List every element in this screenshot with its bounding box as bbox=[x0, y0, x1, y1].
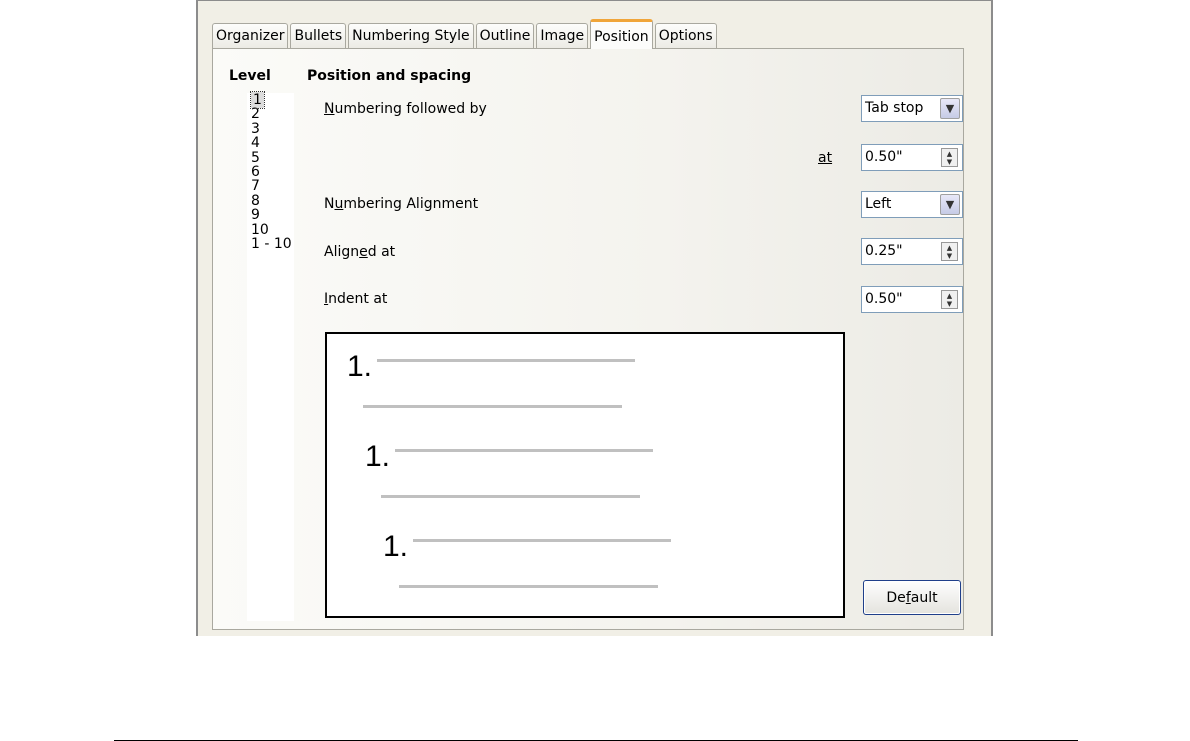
level-item[interactable]: 3 bbox=[247, 121, 294, 136]
preview-line bbox=[363, 405, 622, 408]
level-heading: Level bbox=[229, 68, 271, 84]
level-item[interactable]: 6 bbox=[247, 165, 294, 180]
tab-organizer[interactable]: Organizer bbox=[212, 23, 289, 48]
numbering-preview: 1. 1. 1. bbox=[325, 332, 845, 618]
preview-line bbox=[399, 585, 658, 588]
preview-line bbox=[395, 449, 653, 452]
level-item[interactable]: 2 bbox=[247, 107, 294, 122]
chevron-down-icon[interactable]: ▼ bbox=[940, 98, 960, 119]
tab-at-label: at bbox=[818, 150, 833, 166]
level-item[interactable]: 8 bbox=[247, 193, 294, 208]
aligned-at-label: Aligned at bbox=[324, 244, 396, 260]
level-item[interactable]: 10 bbox=[247, 222, 294, 237]
bullets-numbering-dialog: Organizer Bullets Numbering Style Outlin… bbox=[196, 0, 993, 636]
default-button[interactable]: De f ault bbox=[863, 580, 961, 615]
level-item[interactable]: 9 bbox=[247, 208, 294, 223]
aligned-at-input[interactable]: 0.25" ▲ ▼ bbox=[861, 238, 963, 265]
preview-line bbox=[377, 359, 635, 362]
tab-position[interactable]: Position bbox=[590, 19, 653, 49]
tab-bullets[interactable]: Bullets bbox=[290, 23, 347, 48]
numbering-followed-by-label: Numbering followed by bbox=[324, 101, 487, 117]
preview-line bbox=[381, 495, 640, 498]
tab-numbering-style[interactable]: Numbering Style bbox=[348, 23, 474, 48]
section-heading: Position and spacing bbox=[307, 68, 472, 84]
level-item[interactable]: 7 bbox=[247, 179, 294, 194]
tab-options[interactable]: Options bbox=[654, 23, 717, 48]
spin-arrows-icon[interactable]: ▲ ▼ bbox=[941, 242, 958, 261]
spin-arrows-icon[interactable]: ▲ ▼ bbox=[941, 290, 958, 309]
numbering-alignment-select[interactable]: Left ▼ bbox=[861, 191, 963, 218]
preview-number-level-3: 1. bbox=[383, 530, 409, 563]
level-item[interactable]: 5 bbox=[247, 150, 294, 165]
numbering-followed-by-select[interactable]: Tab stop ▼ bbox=[861, 95, 963, 122]
level-list[interactable]: 1 2 3 4 5 6 7 8 9 10 1 - 10 bbox=[247, 91, 294, 621]
tab-outline[interactable]: Outline bbox=[475, 23, 535, 48]
preview-number-level-1: 1. bbox=[347, 350, 373, 383]
level-item[interactable]: 1 - 10 bbox=[247, 237, 294, 252]
numbering-alignment-label: Numbering Alignment bbox=[324, 196, 479, 212]
spin-arrows-icon[interactable]: ▲ ▼ bbox=[941, 148, 958, 167]
indent-at-label: Indent at bbox=[324, 291, 388, 307]
indent-at-input[interactable]: 0.50" ▲ ▼ bbox=[861, 286, 963, 313]
tab-image[interactable]: Image bbox=[536, 23, 589, 48]
level-item[interactable]: 4 bbox=[247, 136, 294, 151]
level-item[interactable]: 1 bbox=[247, 91, 294, 109]
tab-bar: Organizer Bullets Numbering Style Outlin… bbox=[212, 19, 719, 49]
chevron-down-icon[interactable]: ▼ bbox=[940, 194, 960, 215]
tab-at-input[interactable]: 0.50" ▲ ▼ bbox=[861, 144, 963, 171]
preview-number-level-2: 1. bbox=[365, 440, 391, 473]
position-panel: Level Position and spacing 1 2 3 4 5 6 7… bbox=[212, 48, 964, 630]
preview-line bbox=[413, 539, 671, 542]
